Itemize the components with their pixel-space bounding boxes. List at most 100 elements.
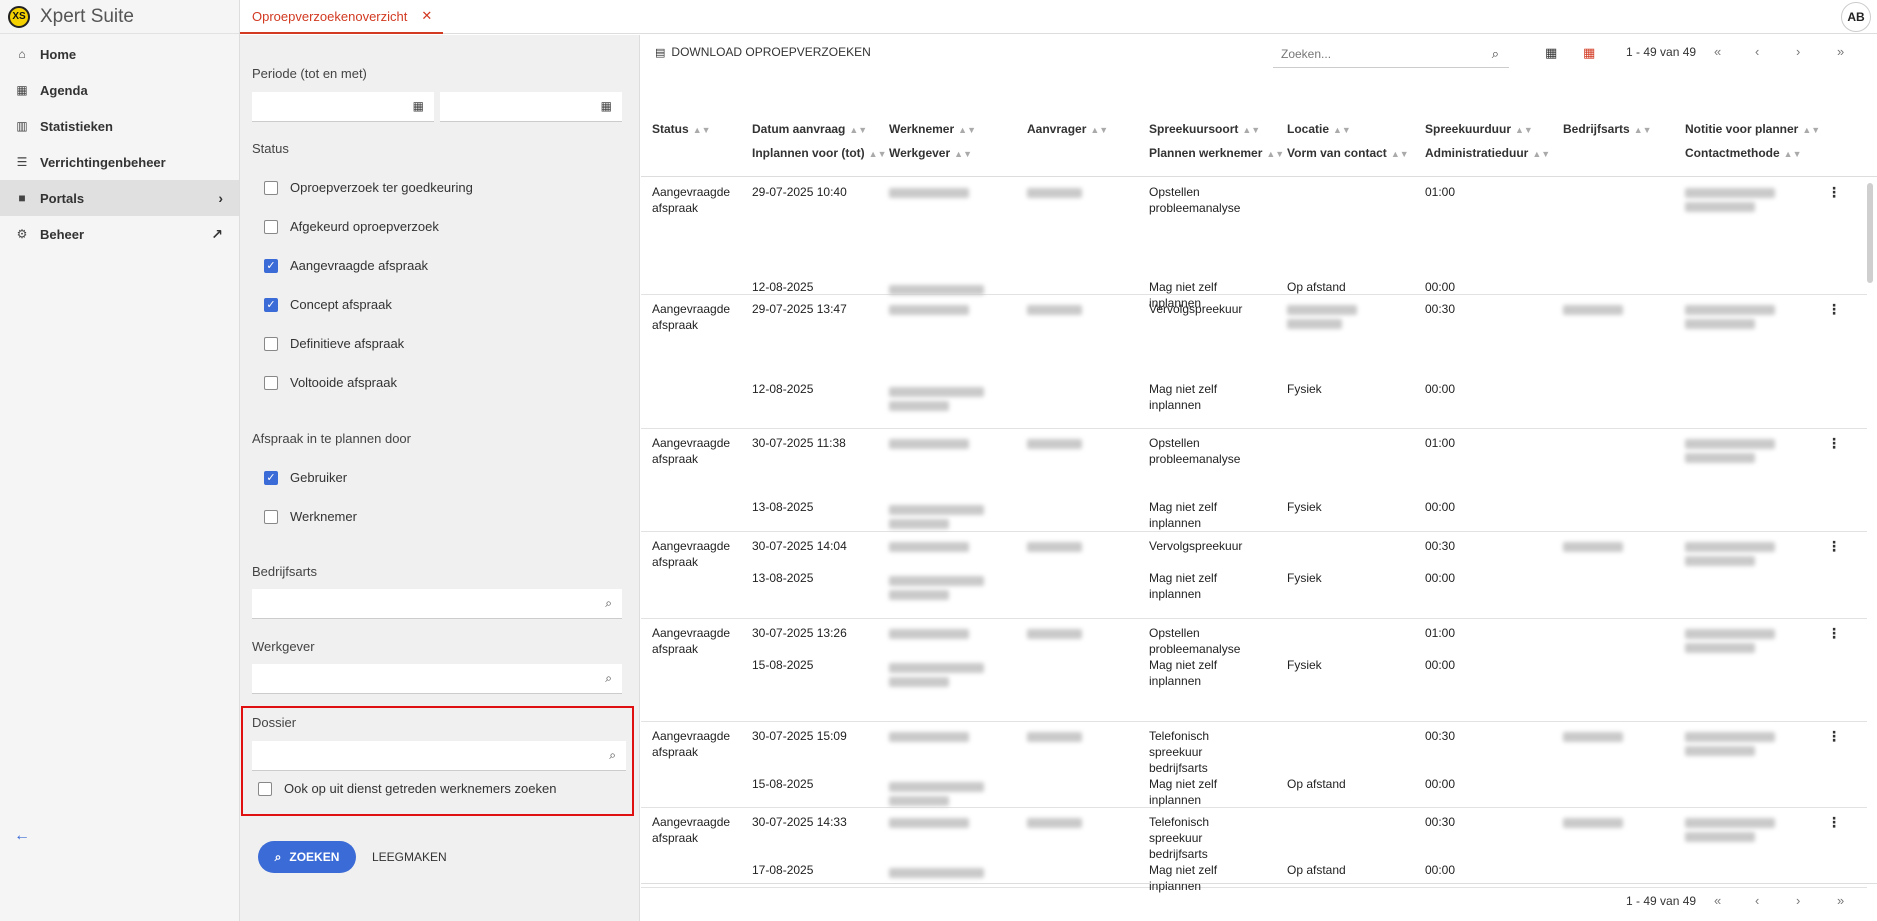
first-page-icon[interactable]: « [1714, 44, 1721, 59]
checkbox[interactable] [264, 180, 278, 195]
tab-oproepverzoekenoverzicht[interactable]: Oproepverzoekenoverzicht ✕ [240, 0, 443, 34]
checkbox[interactable] [264, 336, 278, 351]
status-option[interactable]: ✓ Aangevraagde afspraak [264, 258, 428, 273]
column-contactmethode[interactable]: Contactmethode ▲▼ [1685, 146, 1802, 160]
sidebar-item-statistieken[interactable]: ▥ Statistieken [0, 108, 239, 144]
table-row[interactable]: Aangevraagde afspraak 30-07-2025 14:33 Tel… [641, 808, 1867, 893]
plannen-cell: Mag niet zelf inplannen [1149, 658, 1218, 688]
column-werkgever[interactable]: Werkgever ▲▼ [889, 146, 972, 160]
column-plannen[interactable]: Plannen werknemer ▲▼ [1149, 146, 1284, 160]
last-page-icon[interactable]: » [1837, 44, 1844, 59]
dossier-input[interactable]: ⌕ [252, 741, 626, 771]
sidebar-item-beheer[interactable]: ⚙ Beheer ↗ [0, 216, 239, 252]
dossier-inactive-option[interactable]: Ook op uit dienst getreden werknemers zo… [258, 781, 556, 796]
column-notitie[interactable]: Notitie voor planner ▲▼ [1685, 122, 1820, 136]
column-spreekuursoort[interactable]: Spreekuursoort ▲▼ [1149, 122, 1260, 136]
row-menu-icon[interactable]: ⋮ [1827, 625, 1841, 642]
column-inplannen[interactable]: Inplannen voor (tot) ▲▼ [752, 146, 886, 160]
row-menu-icon[interactable]: ⋮ [1827, 184, 1841, 201]
sidebar-item-home[interactable]: ⌂ Home [0, 36, 239, 72]
sidebar-item-agenda[interactable]: ▦ Agenda [0, 72, 239, 108]
column-bedrijfsarts[interactable]: Bedrijfsarts ▲▼ [1563, 122, 1652, 136]
checkbox[interactable] [264, 375, 278, 390]
column-status[interactable]: Status ▲▼ [652, 122, 711, 136]
table-row[interactable]: Aangevraagde afspraak 30-07-2025 15:09 Tel… [641, 722, 1867, 808]
admin-cell: 00:00 [1425, 280, 1456, 294]
column-spreekuurduur[interactable]: Spreekuurduur ▲▼ [1425, 122, 1533, 136]
table-row[interactable]: Aangevraagde afspraak 29-07-2025 10:40 Ops… [641, 178, 1867, 310]
duur-cell: 00:30 [1425, 729, 1456, 743]
sidebar-item-verrichtingenbeheer[interactable]: ☰ Verrichtingenbeheer [0, 144, 239, 180]
row-menu-icon[interactable]: ⋮ [1827, 538, 1841, 555]
next-page-icon[interactable]: › [1796, 44, 1800, 59]
redacted-text [1027, 732, 1082, 742]
download-button[interactable]: ▤ DOWNLOAD OPROEPVERZOEKEN [655, 45, 871, 59]
column-administratieduur[interactable]: Administratieduur ▲▼ [1425, 146, 1550, 160]
status-option[interactable]: Definitieve afspraak [264, 336, 404, 351]
column-locatie[interactable]: Locatie ▲▼ [1287, 122, 1351, 136]
column-aanvrager[interactable]: Aanvrager ▲▼ [1027, 122, 1108, 136]
checkbox[interactable] [264, 509, 278, 524]
redacted-text [1287, 305, 1357, 315]
column-werknemer[interactable]: Werknemer ▲▼ [889, 122, 976, 136]
table-search-input[interactable]: Zoeken... ⌕ [1273, 40, 1509, 68]
checkbox-checked[interactable]: ✓ [264, 470, 278, 485]
redacted-text [889, 519, 949, 529]
redacted-text [889, 663, 984, 673]
row-menu-icon[interactable]: ⋮ [1827, 814, 1841, 831]
duur-cell: 00:30 [1425, 815, 1456, 829]
search-icon[interactable]: ⌕ [605, 671, 612, 686]
user-avatar[interactable]: AB [1841, 2, 1871, 32]
grid-view-icon[interactable]: ▦ [1545, 45, 1557, 61]
redacted-text [889, 401, 949, 411]
last-page-icon[interactable]: » [1837, 893, 1844, 908]
sidebar-item-portals[interactable]: ■ Portals › [0, 180, 239, 216]
redacted-text [889, 439, 969, 449]
row-menu-icon[interactable]: ⋮ [1827, 301, 1841, 318]
sidebar-item-label: Beheer [40, 226, 85, 242]
prev-page-icon[interactable]: ‹ [1755, 893, 1759, 908]
period-from-input[interactable]: ▦ [252, 92, 434, 122]
redacted-text [1685, 305, 1775, 315]
results-toolbar: ▤ DOWNLOAD OPROEPVERZOEKEN Zoeken... ⌕ ▦… [641, 35, 1877, 69]
checkbox-checked[interactable]: ✓ [264, 258, 278, 273]
search-icon[interactable]: ⌕ [1492, 46, 1499, 62]
row-menu-icon[interactable]: ⋮ [1827, 435, 1841, 452]
table-row[interactable]: Aangevraagde afspraak 30-07-2025 11:38 Ops… [641, 429, 1867, 532]
table-row[interactable]: Aangevraagde afspraak 30-07-2025 13:26 Ops… [641, 619, 1867, 722]
inplannen-cell: 13-08-2025 [752, 571, 814, 585]
prev-page-icon[interactable]: ‹ [1755, 44, 1759, 59]
period-to-input[interactable]: ▦ [440, 92, 622, 122]
column-datum[interactable]: Datum aanvraag ▲▼ [752, 122, 867, 136]
next-page-icon[interactable]: › [1796, 893, 1800, 908]
planner-option[interactable]: ✓ Gebruiker [264, 470, 347, 485]
redacted-text [1685, 746, 1755, 756]
planner-option[interactable]: Werknemer [264, 509, 357, 524]
clear-button[interactable]: LEEGMAKEN [372, 850, 447, 864]
status-option[interactable]: Voltooide afspraak [264, 375, 397, 390]
table-row[interactable]: Aangevraagde afspraak 30-07-2025 14:04 Ver… [641, 532, 1867, 619]
calendar-icon[interactable]: ▦ [601, 99, 612, 113]
calendar-icon[interactable]: ▦ [413, 99, 424, 113]
status-option[interactable]: ✓ Concept afspraak [264, 297, 392, 312]
column-vorm[interactable]: Vorm van contact ▲▼ [1287, 146, 1409, 160]
search-icon[interactable]: ⌕ [609, 748, 616, 763]
search-icon[interactable]: ⌕ [605, 596, 612, 611]
checkbox[interactable] [264, 219, 278, 234]
checkbox[interactable] [258, 781, 272, 796]
status-option[interactable]: Oproepverzoek ter goedkeuring [264, 180, 473, 195]
redacted-text [1563, 542, 1623, 552]
scrollbar[interactable] [1867, 183, 1873, 283]
inplannen-cell: 15-08-2025 [752, 658, 814, 672]
table-view-icon[interactable]: ▦ [1583, 45, 1595, 61]
row-menu-icon[interactable]: ⋮ [1827, 728, 1841, 745]
collapse-sidebar-icon[interactable]: ← [14, 827, 30, 845]
close-tab-icon[interactable]: ✕ [421, 8, 432, 24]
status-option[interactable]: Afgekeurd oproepverzoek [264, 219, 439, 234]
search-button[interactable]: ⌕ ZOEKEN [258, 841, 356, 873]
table-row[interactable]: Aangevraagde afspraak 29-07-2025 13:47 Ver… [641, 295, 1867, 429]
bedrijfsarts-input[interactable]: ⌕ [252, 589, 622, 619]
first-page-icon[interactable]: « [1714, 893, 1721, 908]
checkbox-checked[interactable]: ✓ [264, 297, 278, 312]
werkgever-input[interactable]: ⌕ [252, 664, 622, 694]
